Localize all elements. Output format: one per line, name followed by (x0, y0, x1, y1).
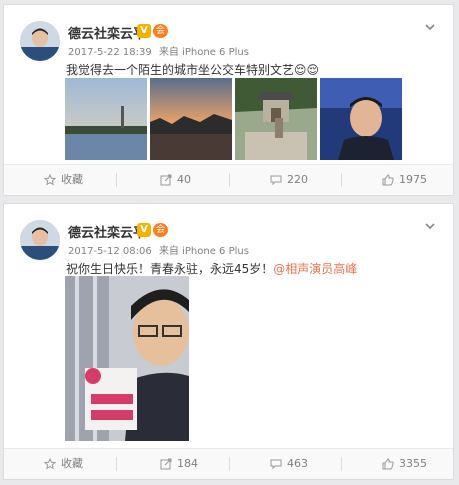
comment-button[interactable]: 220 (270, 165, 308, 195)
verified-badge[interactable]: V (137, 223, 151, 237)
chevron-down-icon[interactable] (423, 19, 437, 33)
post-body: 我觉得去一个陌生的城市坐公交车特别文艺 (66, 63, 295, 77)
divider (116, 173, 117, 187)
comment-count: 220 (287, 173, 308, 186)
member-badge[interactable]: 会 (153, 24, 168, 38)
post-time[interactable]: 2017-5-12 08:06 (68, 246, 152, 257)
comment-button[interactable]: 463 (270, 449, 308, 479)
post-photo-2[interactable] (150, 78, 232, 160)
divider (341, 457, 342, 471)
post-photo-3[interactable] (235, 78, 317, 160)
divider (229, 457, 230, 471)
username[interactable]: 德云社栾云平 (68, 23, 146, 42)
post-meta: 2017-5-22 18:39 来自 iPhone 6 Plus (68, 43, 249, 58)
weibo-post: 德云社栾云平 V 会 2017-5-12 08:06 来自 iPhone 6 P… (3, 203, 454, 480)
repost-button[interactable]: 184 (160, 449, 198, 479)
comment-count: 463 (287, 457, 308, 470)
post-time[interactable]: 2017-5-22 18:39 (68, 47, 152, 58)
post-photo-1[interactable] (65, 78, 147, 160)
post-source[interactable]: 来自 iPhone 6 Plus (159, 47, 249, 58)
emoji: 😌😌 (294, 63, 320, 77)
repost-icon (160, 174, 172, 186)
action-bar: 收藏 184 463 3355 (4, 448, 453, 479)
post-text: 祝你生日快乐！青春永驻，永远45岁！@相声演员高峰 (66, 260, 357, 277)
like-button[interactable]: 3355 (382, 449, 427, 479)
post-body: 祝你生日快乐！青春永驻，永远45岁！ (66, 262, 274, 276)
thumbs-up-icon (382, 458, 394, 470)
member-badge[interactable]: 会 (153, 223, 168, 237)
verified-badge[interactable]: V (137, 24, 151, 38)
favorite-button[interactable]: 收藏 (44, 449, 83, 479)
post-photo[interactable] (65, 276, 189, 441)
comment-icon (270, 174, 282, 186)
chevron-down-icon[interactable] (423, 218, 437, 232)
post-source[interactable]: 来自 iPhone 6 Plus (159, 246, 249, 257)
thumbs-up-icon (382, 174, 394, 186)
like-count: 3355 (399, 457, 427, 470)
post-text: 我觉得去一个陌生的城市坐公交车特别文艺😌😌 (66, 61, 319, 78)
repost-button[interactable]: 40 (160, 165, 191, 195)
favorite-button[interactable]: 收藏 (44, 165, 83, 195)
repost-count: 184 (177, 457, 198, 470)
action-bar: 收藏 40 220 1975 (4, 164, 453, 195)
mention-link[interactable]: @相声演员高峰 (273, 262, 357, 276)
avatar[interactable] (20, 21, 60, 61)
star-icon (44, 174, 56, 186)
post-meta: 2017-5-12 08:06 来自 iPhone 6 Plus (68, 242, 249, 257)
avatar[interactable] (20, 220, 60, 260)
repost-count: 40 (177, 173, 191, 186)
post-photo-4[interactable] (320, 78, 402, 160)
username[interactable]: 德云社栾云平 (68, 222, 146, 241)
divider (341, 173, 342, 187)
star-icon (44, 458, 56, 470)
weibo-post: 德云社栾云平 V 会 2017-5-22 18:39 来自 iPhone 6 P… (3, 4, 454, 196)
comment-icon (270, 458, 282, 470)
repost-icon (160, 458, 172, 470)
favorite-label: 收藏 (61, 457, 83, 470)
like-count: 1975 (399, 173, 427, 186)
divider (229, 173, 230, 187)
like-button[interactable]: 1975 (382, 165, 427, 195)
favorite-label: 收藏 (61, 173, 83, 186)
divider (116, 457, 117, 471)
